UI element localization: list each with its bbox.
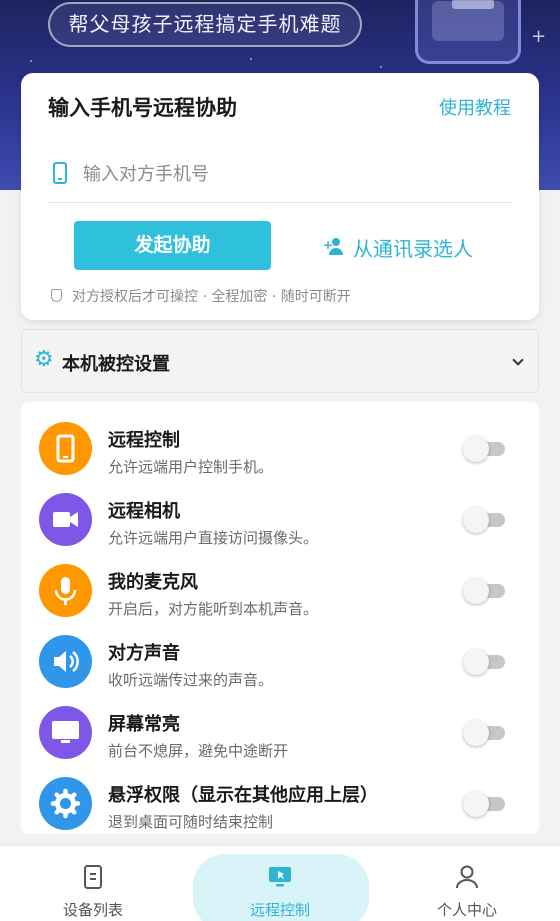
slogan-pill: 帮父母孩子远程搞定手机难题: [48, 2, 362, 47]
setting-item-remote-camera: 远程相机 允许远端用户直接访问摄像头。: [21, 483, 539, 554]
person-add-icon: +: [323, 237, 345, 257]
overlay-permission-toggle[interactable]: [463, 791, 507, 817]
tutorial-link[interactable]: 使用教程: [439, 94, 511, 120]
nav-device-list[interactable]: 设备列表: [0, 846, 186, 921]
phone-illustration-icon: [415, 0, 521, 64]
profile-icon: [456, 865, 478, 889]
setting-description: 开启后，对方能听到本机声音。: [108, 600, 319, 618]
shield-icon: [51, 289, 62, 302]
remote-control-toggle[interactable]: [463, 436, 507, 462]
sparkle-icon: +: [531, 26, 547, 47]
setting-name: 悬浮权限（显示在其他应用上层）: [108, 785, 378, 806]
security-note: 对方授权后才可操控 · 全程加密 · 随时可断开: [51, 286, 351, 306]
nav-label: 个人中心: [436, 901, 497, 919]
setting-description: 退到桌面可随时结束控制: [108, 813, 274, 831]
start-assist-button[interactable]: 发起协助: [74, 221, 271, 270]
nav-label: 设备列表: [62, 901, 123, 919]
card-title: 输入手机号远程协助: [48, 96, 237, 120]
setting-description: 允许远端用户直接访问摄像头。: [108, 529, 319, 547]
gear-icon: ⚙: [34, 347, 54, 372]
microphone-toggle[interactable]: [463, 578, 507, 604]
setting-item-screen-awake: 屏幕常亮 前台不熄屏，避免中途断开: [21, 696, 539, 767]
video-camera-icon: [53, 512, 78, 527]
remote-camera-toggle[interactable]: [463, 507, 507, 533]
setting-icon-circle: [39, 564, 92, 617]
setting-description: 收听远端传过来的声音。: [108, 671, 274, 689]
screen-awake-toggle[interactable]: [463, 720, 507, 746]
nav-profile[interactable]: 个人中心: [374, 846, 560, 921]
microphone-icon: [54, 577, 77, 605]
setting-description: 前台不熄屏，避免中途断开: [108, 742, 289, 760]
phone-icon: [53, 162, 67, 184]
gear-icon: [50, 788, 81, 819]
security-note-text: 对方授权后才可操控 · 全程加密 · 随时可断开: [72, 289, 351, 305]
setting-item-remote-control: 远程控制 允许远端用户控制手机。: [21, 412, 539, 483]
monitor-icon: [52, 721, 79, 743]
contacts-button-label: 从通讯录选人: [353, 237, 473, 261]
nav-remote-control[interactable]: 远程控制: [187, 846, 373, 921]
settings-title: 本机被控设置: [62, 354, 170, 375]
setting-name: 我的麦克风: [108, 572, 198, 593]
device-control-settings-header[interactable]: ⚙ 本机被控设置: [21, 329, 539, 393]
setting-icon-circle: [39, 493, 92, 546]
remote-assist-card: 输入手机号远程协助 使用教程 发起协助 + 从通讯录选人 对方授权后才可操控 ·…: [21, 73, 539, 320]
setting-item-microphone: 我的麦克风 开启后，对方能听到本机声音。: [21, 554, 539, 625]
setting-icon-circle: [39, 777, 92, 830]
setting-name: 对方声音: [108, 643, 180, 664]
device-list-icon: [84, 865, 102, 889]
setting-name: 远程相机: [108, 501, 180, 522]
setting-name: 屏幕常亮: [108, 714, 180, 735]
setting-icon-circle: [39, 706, 92, 759]
phone-icon: [56, 434, 75, 463]
setting-item-remote-sound: 对方声音 收听远端传过来的声音。: [21, 625, 539, 696]
phone-number-input[interactable]: [83, 157, 503, 191]
permission-toggle-list: 远程控制 允许远端用户控制手机。 远程相机 允许远端用户直接访问摄像头。 我的麦…: [21, 402, 539, 834]
setting-name: 远程控制: [108, 430, 180, 451]
setting-icon-circle: [39, 635, 92, 688]
setting-icon-circle: [39, 422, 92, 475]
setting-item-overlay-permission: 悬浮权限（显示在其他应用上层） 退到桌面可随时结束控制: [21, 767, 539, 834]
nav-label: 远程控制: [249, 901, 310, 919]
chevron-down-icon[interactable]: [512, 354, 524, 366]
speaker-icon: [54, 651, 79, 672]
setting-description: 允许远端用户控制手机。: [108, 458, 274, 476]
bottom-navigation: 设备列表 远程控制 个人中心: [0, 845, 560, 921]
remote-sound-toggle[interactable]: [463, 649, 507, 675]
select-from-contacts-button[interactable]: + 从通讯录选人: [323, 233, 473, 261]
phone-number-field: [47, 153, 513, 203]
remote-control-icon: [269, 867, 291, 887]
